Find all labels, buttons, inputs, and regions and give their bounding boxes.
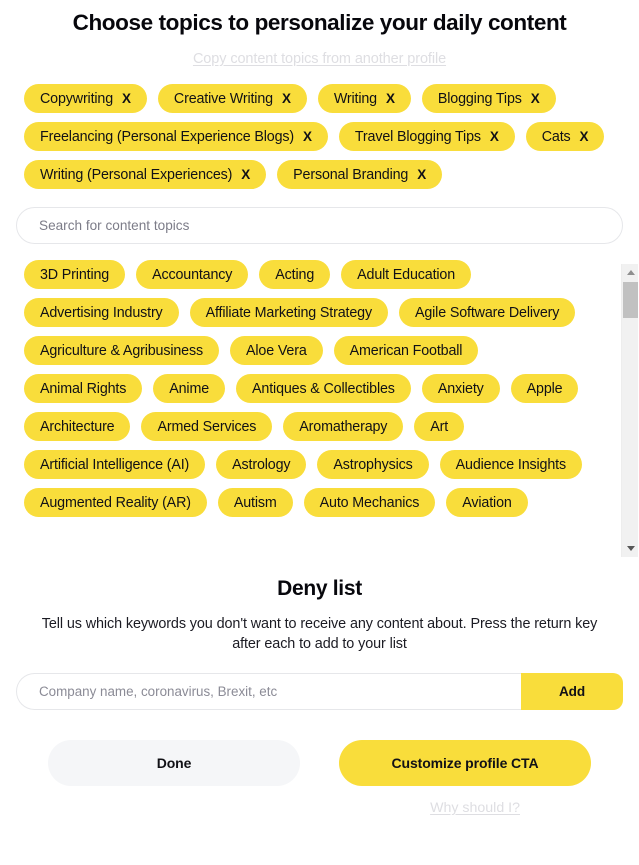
why-link-container: Why should I? [0,799,639,817]
page-title: Choose topics to personalize your daily … [72,10,567,35]
available-topic-pill[interactable]: Art [414,412,465,441]
available-topic-pill[interactable]: Advertising Industry [24,298,179,327]
available-topic-pill[interactable]: Armed Services [141,412,273,441]
available-topic-pill[interactable]: Aromatherapy [283,412,404,441]
selected-topic-label: Writing [333,90,377,107]
available-topic-pill[interactable]: Auto Mechanics [303,488,436,517]
selected-topics-list: Copywriting X Creative Writing X Writing X Blo… [0,84,639,189]
available-topic-pill[interactable]: Audience Insights [439,450,582,479]
available-topic-pill[interactable]: Astrology [216,450,307,479]
available-topic-pill[interactable]: Accountancy [136,260,249,289]
selected-topic-label: Copywriting [40,90,114,107]
selected-topic-label: Cats [541,128,571,145]
available-topic-pill[interactable]: Apple [510,374,579,403]
customize-profile-cta-button[interactable]: Customize profile CTA [339,739,591,786]
footer-buttons: Done Customize profile CTA [48,739,591,786]
available-topic-pill[interactable]: Acting [259,260,331,289]
done-button[interactable]: Done [48,739,300,786]
copy-topics-link-container: Copy content topics from another profile [0,50,639,68]
selected-topic-label: Travel Blogging Tips [354,128,481,145]
selected-topic-pill[interactable]: Creative Writing X [157,84,307,113]
deny-keyword-input[interactable] [16,672,521,710]
selected-topic-label: Creative Writing [173,90,273,107]
remove-topic-icon[interactable]: X [386,92,395,106]
available-topic-pill[interactable]: Adult Education [341,260,472,289]
remove-topic-icon[interactable]: X [282,92,291,106]
selected-topic-pill[interactable]: Copywriting X [24,84,147,113]
available-topic-pill[interactable]: Autism [217,488,293,517]
topics-scrollbar[interactable] [621,264,638,557]
scrollbar-thumb[interactable] [623,282,638,318]
available-topic-pill[interactable]: Agile Software Delivery [398,298,576,327]
available-topic-pill[interactable]: Augmented Reality (AR) [24,488,207,517]
available-topic-pill[interactable]: Agriculture & Agribusiness [24,336,219,365]
remove-topic-icon[interactable]: X [241,168,250,182]
available-topics-list: 3D Printing Accountancy Acting Adult Educat… [24,260,595,561]
remove-topic-icon[interactable]: X [303,130,312,144]
add-keyword-button[interactable]: Add [521,672,623,710]
selected-topic-pill[interactable]: Blogging Tips X [421,84,556,113]
available-topic-pill[interactable]: Astrophysics [317,450,429,479]
deny-list-description: Tell us which keywords you don't want to… [41,616,598,653]
available-topic-pill[interactable]: 3D Printing [24,260,126,289]
available-topic-pill[interactable]: Aloe Vera [229,336,323,365]
selected-topic-pill[interactable]: Personal Branding X [277,160,443,189]
remove-topic-icon[interactable]: X [122,92,131,106]
selected-topic-pill[interactable]: Writing (Personal Experiences) X [24,160,267,189]
scroll-down-arrow-icon[interactable] [622,540,639,557]
remove-topic-icon[interactable]: X [417,168,426,182]
selected-topic-pill[interactable]: Writing X [317,84,411,113]
selected-topic-label: Writing (Personal Experiences) [40,166,233,183]
search-container [0,207,639,244]
available-topic-pill[interactable]: Animal Rights [24,374,143,403]
deny-list-title: Deny list [277,577,362,600]
available-topic-pill[interactable]: American Football [333,336,479,365]
selected-topic-pill[interactable]: Freelancing (Personal Experience Blogs) X [24,122,328,151]
scroll-up-arrow-icon[interactable] [622,264,639,281]
available-topics-region: 3D Printing Accountancy Acting Adult Educat… [0,260,639,561]
selected-topic-label: Freelancing (Personal Experience Blogs) [40,128,295,145]
selected-topic-label: Personal Branding [293,166,409,183]
search-input[interactable] [16,207,623,244]
available-topic-pill[interactable]: Antiques & Collectibles [236,374,411,403]
remove-topic-icon[interactable]: X [531,92,540,106]
deny-list-input-row: Add [16,672,623,710]
available-topic-pill[interactable]: Architecture [24,412,131,441]
available-topic-pill[interactable]: Anxiety [421,374,500,403]
copy-content-topics-link[interactable]: Copy content topics from another profile [193,51,446,67]
selected-topic-label: Blogging Tips [437,90,522,107]
personalize-topics-page: Choose topics to personalize your daily … [0,0,639,865]
available-topic-pill[interactable]: Affiliate Marketing Strategy [189,298,388,327]
available-topic-pill[interactable]: Aviation [446,488,528,517]
remove-topic-icon[interactable]: X [580,130,589,144]
available-topic-pill[interactable]: Anime [153,374,226,403]
selected-topic-pill[interactable]: Cats X [525,122,605,151]
available-topic-pill[interactable]: Artificial Intelligence (AI) [24,450,206,479]
remove-topic-icon[interactable]: X [490,130,499,144]
why-should-i-link[interactable]: Why should I? [430,800,520,816]
selected-topic-pill[interactable]: Travel Blogging Tips X [338,122,515,151]
